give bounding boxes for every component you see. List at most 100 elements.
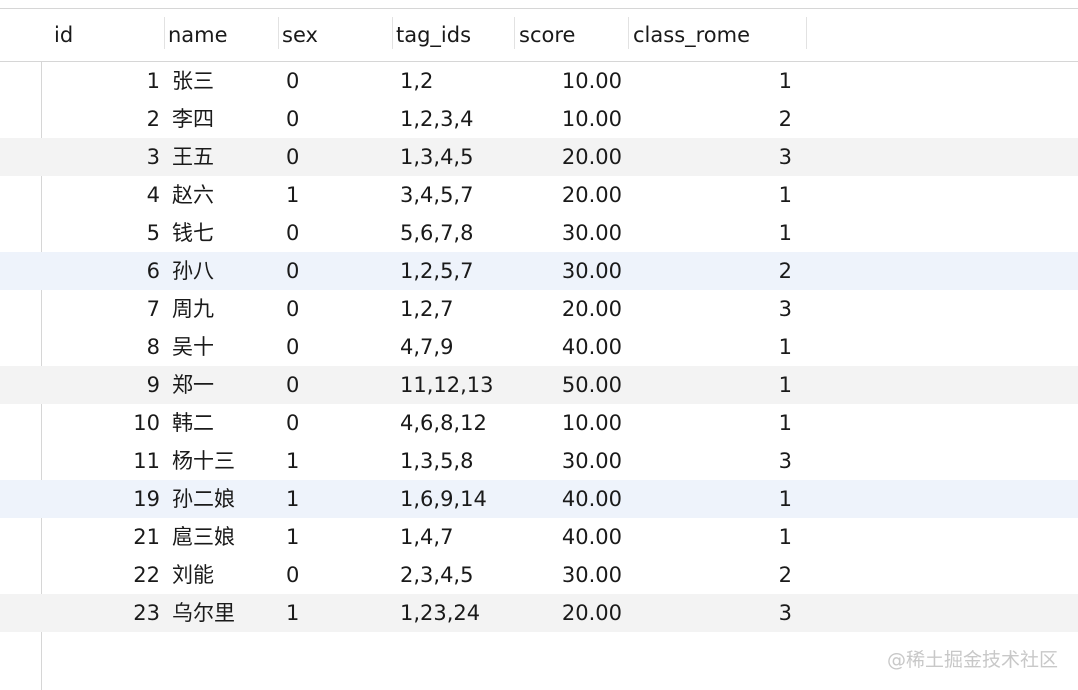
cell-name[interactable]: 乌尔里	[172, 594, 272, 632]
cell-score[interactable]: 30.00	[512, 556, 622, 594]
column-header-score[interactable]: score	[519, 9, 575, 61]
cell-id[interactable]: 3	[60, 138, 160, 176]
cell-class-rome[interactable]: 2	[640, 556, 792, 594]
cell-class-rome[interactable]: 1	[640, 328, 792, 366]
cell-tag-ids[interactable]: 1,6,9,14	[400, 480, 510, 518]
cell-name[interactable]: 李四	[172, 100, 272, 138]
cell-class-rome[interactable]: 1	[640, 518, 792, 556]
cell-id[interactable]: 10	[60, 404, 160, 442]
cell-sex[interactable]: 0	[286, 138, 386, 176]
cell-score[interactable]: 10.00	[512, 62, 622, 100]
cell-tag-ids[interactable]: 1,2,5,7	[400, 252, 510, 290]
table-row[interactable]: 21 扈三娘 1 1,4,7 40.00 1	[0, 518, 1078, 556]
cell-id[interactable]: 2	[60, 100, 160, 138]
table-row[interactable]: 22 刘能 0 2,3,4,5 30.00 2	[0, 556, 1078, 594]
cell-id[interactable]: 1	[60, 62, 160, 100]
cell-name[interactable]: 张三	[172, 62, 272, 100]
cell-sex[interactable]: 0	[286, 556, 386, 594]
cell-name[interactable]: 周九	[172, 290, 272, 328]
cell-tag-ids[interactable]: 11,12,13	[400, 366, 510, 404]
cell-tag-ids[interactable]: 4,6,8,12	[400, 404, 510, 442]
cell-sex[interactable]: 1	[286, 480, 386, 518]
column-header-sex[interactable]: sex	[282, 9, 318, 61]
cell-class-rome[interactable]: 2	[640, 252, 792, 290]
cell-sex[interactable]: 0	[286, 100, 386, 138]
cell-id[interactable]: 6	[60, 252, 160, 290]
cell-class-rome[interactable]: 1	[640, 404, 792, 442]
cell-id[interactable]: 22	[60, 556, 160, 594]
cell-score[interactable]: 40.00	[512, 328, 622, 366]
column-divider[interactable]	[806, 17, 807, 49]
cell-score[interactable]: 10.00	[512, 404, 622, 442]
cell-sex[interactable]: 0	[286, 62, 386, 100]
cell-class-rome[interactable]: 1	[640, 176, 792, 214]
table-row[interactable]: 8 吴十 0 4,7,9 40.00 1	[0, 328, 1078, 366]
column-divider[interactable]	[628, 17, 629, 49]
cell-score[interactable]: 20.00	[512, 176, 622, 214]
cell-name[interactable]: 扈三娘	[172, 518, 272, 556]
cell-sex[interactable]: 0	[286, 214, 386, 252]
table-row[interactable]: 10 韩二 0 4,6,8,12 10.00 1	[0, 404, 1078, 442]
cell-id[interactable]: 4	[60, 176, 160, 214]
column-divider[interactable]	[514, 17, 515, 49]
cell-class-rome[interactable]: 3	[640, 290, 792, 328]
cell-tag-ids[interactable]: 1,2,3,4	[400, 100, 510, 138]
cell-class-rome[interactable]: 3	[640, 594, 792, 632]
cell-score[interactable]: 30.00	[512, 252, 622, 290]
table-row[interactable]: 3 王五 0 1,3,4,5 20.00 3	[0, 138, 1078, 176]
cell-name[interactable]: 孙八	[172, 252, 272, 290]
cell-sex[interactable]: 1	[286, 594, 386, 632]
cell-tag-ids[interactable]: 1,2,7	[400, 290, 510, 328]
cell-sex[interactable]: 1	[286, 176, 386, 214]
cell-name[interactable]: 赵六	[172, 176, 272, 214]
cell-id[interactable]: 7	[60, 290, 160, 328]
cell-sex[interactable]: 1	[286, 442, 386, 480]
cell-score[interactable]: 20.00	[512, 138, 622, 176]
cell-class-rome[interactable]: 2	[640, 100, 792, 138]
cell-class-rome[interactable]: 3	[640, 138, 792, 176]
table-row[interactable]: 5 钱七 0 5,6,7,8 30.00 1	[0, 214, 1078, 252]
cell-name[interactable]: 韩二	[172, 404, 272, 442]
cell-tag-ids[interactable]: 1,4,7	[400, 518, 510, 556]
cell-sex[interactable]: 0	[286, 328, 386, 366]
cell-sex[interactable]: 0	[286, 290, 386, 328]
cell-tag-ids[interactable]: 1,23,24	[400, 594, 510, 632]
cell-tag-ids[interactable]: 1,3,5,8	[400, 442, 510, 480]
column-divider[interactable]	[278, 17, 279, 49]
table-row[interactable]: 7 周九 0 1,2,7 20.00 3	[0, 290, 1078, 328]
column-header-tag-ids[interactable]: tag_ids	[396, 9, 471, 61]
column-header-class-rome[interactable]: class_rome	[633, 9, 750, 61]
cell-id[interactable]: 8	[60, 328, 160, 366]
cell-class-rome[interactable]: 1	[640, 214, 792, 252]
cell-sex[interactable]: 1	[286, 518, 386, 556]
column-header-id[interactable]: id	[54, 9, 73, 61]
table-row[interactable]: 23 乌尔里 1 1,23,24 20.00 3	[0, 594, 1078, 632]
cell-name[interactable]: 杨十三	[172, 442, 272, 480]
table-row[interactable]: 1 张三 0 1,2 10.00 1	[0, 62, 1078, 100]
table-row[interactable]: 9 郑一 0 11,12,13 50.00 1	[0, 366, 1078, 404]
cell-sex[interactable]: 0	[286, 366, 386, 404]
cell-sex[interactable]: 0	[286, 252, 386, 290]
cell-tag-ids[interactable]: 1,2	[400, 62, 510, 100]
cell-id[interactable]: 23	[60, 594, 160, 632]
column-divider[interactable]	[164, 17, 165, 49]
cell-class-rome[interactable]: 1	[640, 480, 792, 518]
cell-score[interactable]: 40.00	[512, 480, 622, 518]
cell-name[interactable]: 孙二娘	[172, 480, 272, 518]
cell-id[interactable]: 5	[60, 214, 160, 252]
cell-id[interactable]: 9	[60, 366, 160, 404]
column-header-name[interactable]: name	[168, 9, 228, 61]
cell-name[interactable]: 吴十	[172, 328, 272, 366]
cell-tag-ids[interactable]: 3,4,5,7	[400, 176, 510, 214]
cell-name[interactable]: 刘能	[172, 556, 272, 594]
table-row[interactable]: 2 李四 0 1,2,3,4 10.00 2	[0, 100, 1078, 138]
cell-score[interactable]: 30.00	[512, 214, 622, 252]
table-row[interactable]: 19 孙二娘 1 1,6,9,14 40.00 1	[0, 480, 1078, 518]
cell-score[interactable]: 50.00	[512, 366, 622, 404]
cell-class-rome[interactable]: 3	[640, 442, 792, 480]
cell-tag-ids[interactable]: 2,3,4,5	[400, 556, 510, 594]
cell-score[interactable]: 10.00	[512, 100, 622, 138]
table-row[interactable]: 6 孙八 0 1,2,5,7 30.00 2	[0, 252, 1078, 290]
column-divider[interactable]	[392, 17, 393, 49]
cell-class-rome[interactable]: 1	[640, 62, 792, 100]
